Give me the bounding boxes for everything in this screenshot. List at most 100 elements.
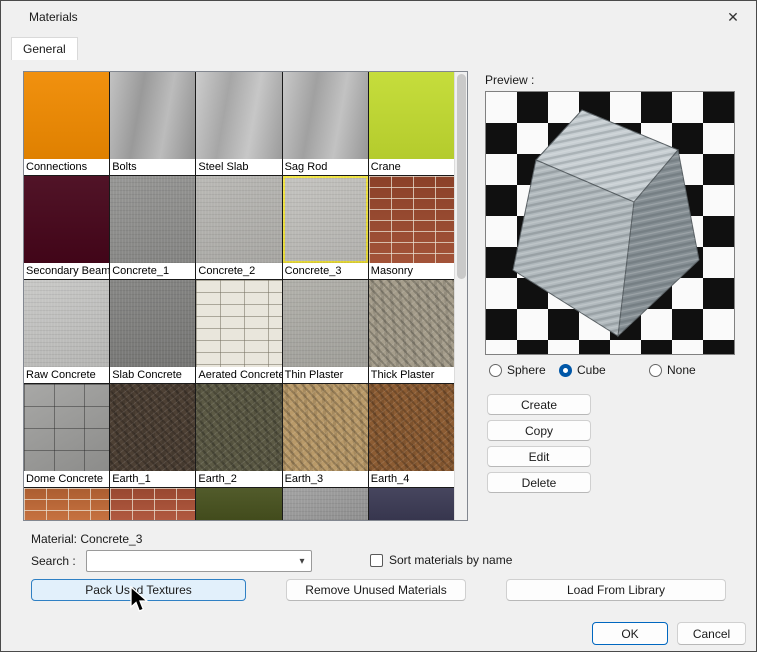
- material-swatch-dome-concrete[interactable]: Dome Concrete: [24, 384, 109, 487]
- material-texture[interactable]: [196, 280, 281, 367]
- radio-circle-icon[interactable]: [649, 364, 662, 377]
- search-label: Search :: [31, 554, 76, 568]
- close-icon[interactable]: ✕: [716, 4, 750, 30]
- material-swatch-earth-4[interactable]: Earth_4: [369, 384, 454, 487]
- material-name: Crane: [369, 159, 454, 175]
- material-texture[interactable]: [110, 280, 195, 367]
- material-name: Earth_2: [196, 471, 281, 487]
- tab-general[interactable]: General: [11, 37, 78, 60]
- pack-used-textures-button[interactable]: Pack Used Textures: [31, 579, 246, 601]
- material-texture[interactable]: [110, 384, 195, 471]
- radio-label: Cube: [577, 363, 606, 377]
- material-texture[interactable]: [283, 72, 368, 159]
- materials-dialog: Materials ✕ General ConnectionsBoltsStee…: [0, 0, 757, 652]
- material-swatch-thin-plaster[interactable]: Thin Plaster: [283, 280, 368, 383]
- material-swatch[interactable]: [196, 488, 281, 520]
- material-swatch-raw-concrete[interactable]: Raw Concrete: [24, 280, 109, 383]
- material-swatch-bolts[interactable]: Bolts: [110, 72, 195, 175]
- material-texture[interactable]: [283, 176, 368, 263]
- material-swatch[interactable]: [283, 488, 368, 520]
- material-name: Earth_3: [283, 471, 368, 487]
- material-name: Concrete_2: [196, 263, 281, 279]
- material-name: Secondary Beam: [24, 263, 109, 279]
- material-swatch-concrete-3[interactable]: Concrete_3: [283, 176, 368, 279]
- material-texture[interactable]: [196, 176, 281, 263]
- search-input[interactable]: [87, 551, 293, 571]
- material-swatch-slab-concrete[interactable]: Slab Concrete: [110, 280, 195, 383]
- radio-circle-icon[interactable]: [559, 364, 572, 377]
- preview-viewport: [485, 91, 735, 355]
- material-texture[interactable]: [24, 176, 109, 263]
- copy-button[interactable]: Copy: [487, 420, 591, 441]
- radio-cube[interactable]: Cube: [559, 363, 606, 377]
- material-swatch-thick-plaster[interactable]: Thick Plaster: [369, 280, 454, 383]
- material-texture[interactable]: [369, 280, 454, 367]
- material-name: Thin Plaster: [283, 367, 368, 383]
- material-name: Connections: [24, 159, 109, 175]
- material-swatch[interactable]: [24, 488, 109, 520]
- chevron-down-icon[interactable]: ▾: [293, 556, 311, 567]
- scrollbar-thumb[interactable]: [457, 74, 466, 279]
- window-title: Materials: [1, 10, 78, 24]
- material-swatch-steel-slab[interactable]: Steel Slab: [196, 72, 281, 175]
- material-texture[interactable]: [369, 72, 454, 159]
- material-swatch-sag-rod[interactable]: Sag Rod: [283, 72, 368, 175]
- material-swatch-earth-1[interactable]: Earth_1: [110, 384, 195, 487]
- material-texture[interactable]: [369, 488, 454, 520]
- preview-shape-options: Sphere Cube None: [485, 363, 735, 381]
- remove-unused-materials-button[interactable]: Remove Unused Materials: [286, 579, 466, 601]
- material-swatch-earth-3[interactable]: Earth_3: [283, 384, 368, 487]
- delete-button[interactable]: Delete: [487, 472, 591, 493]
- material-name: Sag Rod: [283, 159, 368, 175]
- material-texture[interactable]: [24, 384, 109, 471]
- material-texture[interactable]: [369, 384, 454, 471]
- checkbox-box[interactable]: [370, 554, 383, 567]
- material-texture[interactable]: [24, 72, 109, 159]
- material-texture[interactable]: [24, 280, 109, 367]
- material-swatch-masonry[interactable]: Masonry: [369, 176, 454, 279]
- material-texture[interactable]: [283, 280, 368, 367]
- material-texture[interactable]: [283, 384, 368, 471]
- materials-scrollbar[interactable]: [454, 72, 467, 520]
- edit-button[interactable]: Edit: [487, 446, 591, 467]
- sort-checkbox-label: Sort materials by name: [389, 553, 512, 567]
- materials-grid: ConnectionsBoltsSteel SlabSag RodCrane Se…: [24, 72, 454, 520]
- tab-general-label: General: [23, 42, 66, 56]
- search-combobox[interactable]: ▾: [86, 550, 312, 572]
- material-texture[interactable]: [24, 488, 109, 520]
- material-texture[interactable]: [196, 488, 281, 520]
- radio-none[interactable]: None: [649, 363, 696, 377]
- tab-strip: General: [11, 37, 78, 60]
- material-name: Concrete_3: [283, 263, 368, 279]
- cancel-button[interactable]: Cancel: [677, 622, 746, 645]
- material-swatch-concrete-1[interactable]: Concrete_1: [110, 176, 195, 279]
- material-swatch-crane[interactable]: Crane: [369, 72, 454, 175]
- material-texture[interactable]: [369, 176, 454, 263]
- create-button[interactable]: Create: [487, 394, 591, 415]
- material-swatch-concrete-2[interactable]: Concrete_2: [196, 176, 281, 279]
- material-swatch-connections[interactable]: Connections: [24, 72, 109, 175]
- material-name: Earth_1: [110, 471, 195, 487]
- material-name: Raw Concrete: [24, 367, 109, 383]
- radio-sphere[interactable]: Sphere: [489, 363, 546, 377]
- material-texture[interactable]: [110, 72, 195, 159]
- ok-button[interactable]: OK: [592, 622, 668, 645]
- material-swatch-aerated-concrete[interactable]: Aerated Concrete: [196, 280, 281, 383]
- material-swatch[interactable]: [110, 488, 195, 520]
- material-texture[interactable]: [110, 176, 195, 263]
- material-texture[interactable]: [110, 488, 195, 520]
- material-name: Thick Plaster: [369, 367, 454, 383]
- material-name: Bolts: [110, 159, 195, 175]
- sort-checkbox[interactable]: Sort materials by name: [370, 553, 512, 567]
- material-texture[interactable]: [283, 488, 368, 520]
- load-from-library-button[interactable]: Load From Library: [506, 579, 726, 601]
- material-texture[interactable]: [196, 72, 281, 159]
- material-texture[interactable]: [196, 384, 281, 471]
- material-swatch[interactable]: [369, 488, 454, 520]
- material-action-buttons: Create Copy Edit Delete: [487, 394, 591, 498]
- preview-label: Preview :: [485, 73, 534, 87]
- material-swatch-secondary-beam[interactable]: Secondary Beam: [24, 176, 109, 279]
- material-swatch-earth-2[interactable]: Earth_2: [196, 384, 281, 487]
- radio-circle-icon[interactable]: [489, 364, 502, 377]
- radio-label: None: [667, 363, 696, 377]
